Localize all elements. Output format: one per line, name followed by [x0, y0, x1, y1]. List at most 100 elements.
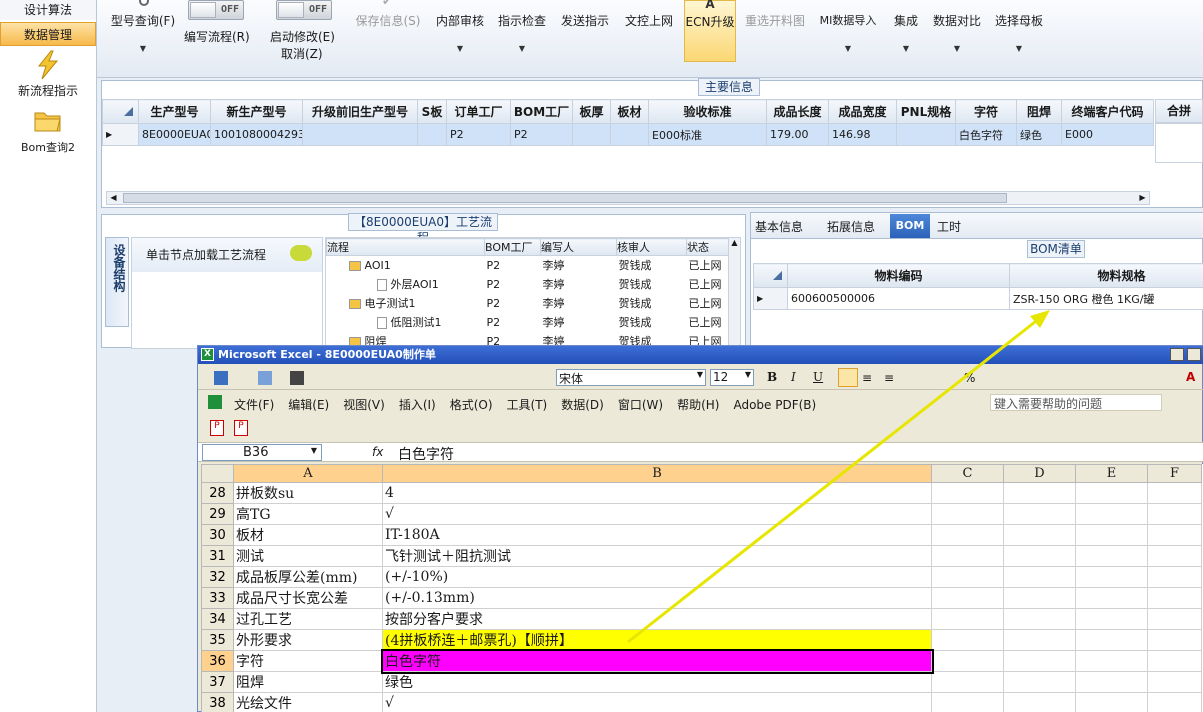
column-header[interactable]: 生产型号 [138, 99, 211, 124]
table-cell[interactable]: 146.98 [828, 123, 897, 146]
table-cell[interactable]: 8E0000EUA0 [138, 123, 211, 146]
menu-item[interactable]: 工具(T) [507, 398, 548, 412]
column-header[interactable]: BOM工厂 [484, 238, 541, 256]
menu-item[interactable]: 插入(I) [399, 398, 436, 412]
horizontal-scrollbar[interactable]: ◀ ▶ [106, 191, 1150, 205]
table-row[interactable]: ▶ 600600500006 ZSR-150 ORG 橙色 1KG/罐 [753, 287, 1203, 310]
list-item[interactable]: 低阻测试1 P2 李婷 贺钱成 已上网 [327, 313, 741, 332]
empty-cell[interactable] [1003, 482, 1076, 504]
column-header[interactable]: 物料编码 [787, 263, 1010, 288]
empty-cell[interactable] [1075, 650, 1148, 672]
font-name-select[interactable]: 宋体 ▼ [556, 369, 706, 386]
cell-a[interactable]: 外形要求 [233, 629, 383, 651]
column-header[interactable]: 成品长度 [766, 99, 829, 124]
cell-a[interactable]: 字符 [233, 650, 383, 672]
empty-cell[interactable] [1075, 587, 1148, 609]
row-header[interactable]: 35 [201, 629, 234, 651]
table-row[interactable]: ▶ 8E0000EUA0 10010800042936 P2 P2 E000标准 179.0… [102, 123, 1154, 146]
empty-cell[interactable] [931, 692, 1004, 712]
maximize-icon[interactable] [1187, 348, 1201, 361]
empty-cell[interactable] [931, 587, 1004, 609]
cell-b[interactable]: √ [382, 692, 932, 712]
column-header[interactable]: 终端客户代码 [1061, 99, 1154, 124]
menu-item[interactable]: 视图(V) [343, 398, 385, 412]
column-header[interactable]: D [1003, 464, 1076, 483]
table-cell[interactable] [302, 123, 418, 146]
cell-a[interactable]: 阻焊 [233, 671, 383, 693]
cell-a[interactable]: 过孔工艺 [233, 608, 383, 630]
empty-cell[interactable] [1075, 503, 1148, 525]
column-header[interactable]: 编写人 [540, 238, 617, 256]
table-cell[interactable]: P2 [446, 123, 511, 146]
bold-icon[interactable]: B [767, 370, 777, 384]
table-cell[interactable]: E000 [1061, 123, 1154, 146]
cell-a[interactable]: 板材 [233, 524, 383, 546]
cancel-button[interactable]: 取消(Z) [281, 45, 323, 62]
column-header[interactable]: 板厚 [572, 99, 611, 124]
cell-b[interactable]: (4拼板桥连＋邮票孔)【顺拼】 [382, 629, 932, 651]
select-all-corner[interactable] [201, 464, 234, 483]
font-size-select[interactable]: 12 ▼ [710, 369, 754, 386]
column-header[interactable]: 板材 [610, 99, 649, 124]
table-cell[interactable]: E000标准 [648, 123, 767, 146]
empty-cell[interactable] [1075, 566, 1148, 588]
row-header[interactable]: 29 [201, 503, 234, 525]
cell-b[interactable]: 按部分客户要求 [382, 608, 932, 630]
row-header[interactable]: 37 [201, 671, 234, 693]
table-cell[interactable]: 10010800042936 [210, 123, 303, 146]
table-cell[interactable]: 179.00 [766, 123, 829, 146]
empty-cell[interactable] [1075, 692, 1148, 712]
internal-review-button[interactable]: 内部审核 ▼ [430, 0, 490, 62]
table-cell[interactable] [572, 123, 611, 146]
empty-cell[interactable] [931, 650, 1004, 672]
menu-item[interactable]: 数据(D) [561, 398, 604, 412]
scroll-right-icon[interactable]: ▶ [1136, 192, 1149, 204]
save-icon[interactable] [214, 371, 228, 385]
list-item[interactable]: AOI1 P2 李婷 贺钱成 已上网 [327, 256, 741, 275]
sidebar-item-data-management[interactable]: 数据管理 [0, 22, 96, 46]
cell-a[interactable]: 成品板厚公差(mm) [233, 566, 383, 588]
empty-cell[interactable] [1075, 671, 1148, 693]
pdf-mail-icon[interactable]: P [234, 420, 248, 436]
row-header[interactable]: 38 [201, 692, 234, 712]
pdf-icon[interactable]: P [210, 420, 224, 436]
column-header[interactable]: 成品宽度 [828, 99, 897, 124]
column-header[interactable]: C [931, 464, 1004, 483]
empty-cell[interactable] [931, 482, 1004, 504]
column-header[interactable]: S板 [417, 99, 447, 124]
chevron-down-icon[interactable]: ▼ [311, 446, 317, 455]
align-right-icon[interactable]: ≡ [884, 371, 894, 385]
integrate-button[interactable]: 集成 ▼ [887, 0, 925, 62]
chevron-down-icon[interactable]: ▼ [745, 370, 751, 379]
menu-item[interactable]: 编辑(E) [288, 398, 329, 412]
data-compare-button[interactable]: 数据对比 ▼ [930, 0, 984, 62]
menu-item[interactable]: 帮助(H) [677, 398, 719, 412]
indicator-check-button[interactable]: 指示检查 ▼ [494, 0, 550, 62]
row-header[interactable]: 32 [201, 566, 234, 588]
tab-basic-info[interactable]: 基本信息 [755, 218, 803, 235]
menu-item[interactable]: 窗口(W) [618, 398, 663, 412]
cell-b[interactable]: 绿色 [382, 671, 932, 693]
empty-cell[interactable] [1003, 545, 1076, 567]
empty-cell[interactable] [931, 671, 1004, 693]
equipment-structure-tab[interactable]: 设备结构 [105, 237, 129, 327]
cell-b[interactable]: (+/-0.13mm) [382, 587, 932, 609]
empty-cell[interactable] [1003, 587, 1076, 609]
column-header[interactable]: 订单工厂 [446, 99, 511, 124]
menu-item[interactable]: Adobe PDF(B) [733, 398, 816, 412]
empty-cell[interactable] [1075, 524, 1148, 546]
name-box[interactable]: B36 ▼ [202, 444, 322, 461]
column-header[interactable]: 核审人 [616, 238, 687, 256]
send-indicator-button[interactable]: 发送指示 [557, 0, 613, 62]
table-cell[interactable] [417, 123, 447, 146]
empty-cell[interactable] [931, 545, 1004, 567]
menu-item[interactable]: 文件(F) [234, 398, 274, 412]
chevron-down-icon[interactable]: ▼ [697, 370, 703, 379]
cell-a[interactable]: 测试 [233, 545, 383, 567]
image-icon[interactable] [258, 371, 272, 385]
column-header[interactable]: 物料规格 [1009, 263, 1203, 288]
empty-cell[interactable] [1003, 671, 1076, 693]
empty-cell[interactable] [1003, 629, 1076, 651]
mi-import-button[interactable]: MI数据导入 ▼ [814, 0, 882, 62]
percent-icon[interactable]: % [964, 371, 975, 385]
